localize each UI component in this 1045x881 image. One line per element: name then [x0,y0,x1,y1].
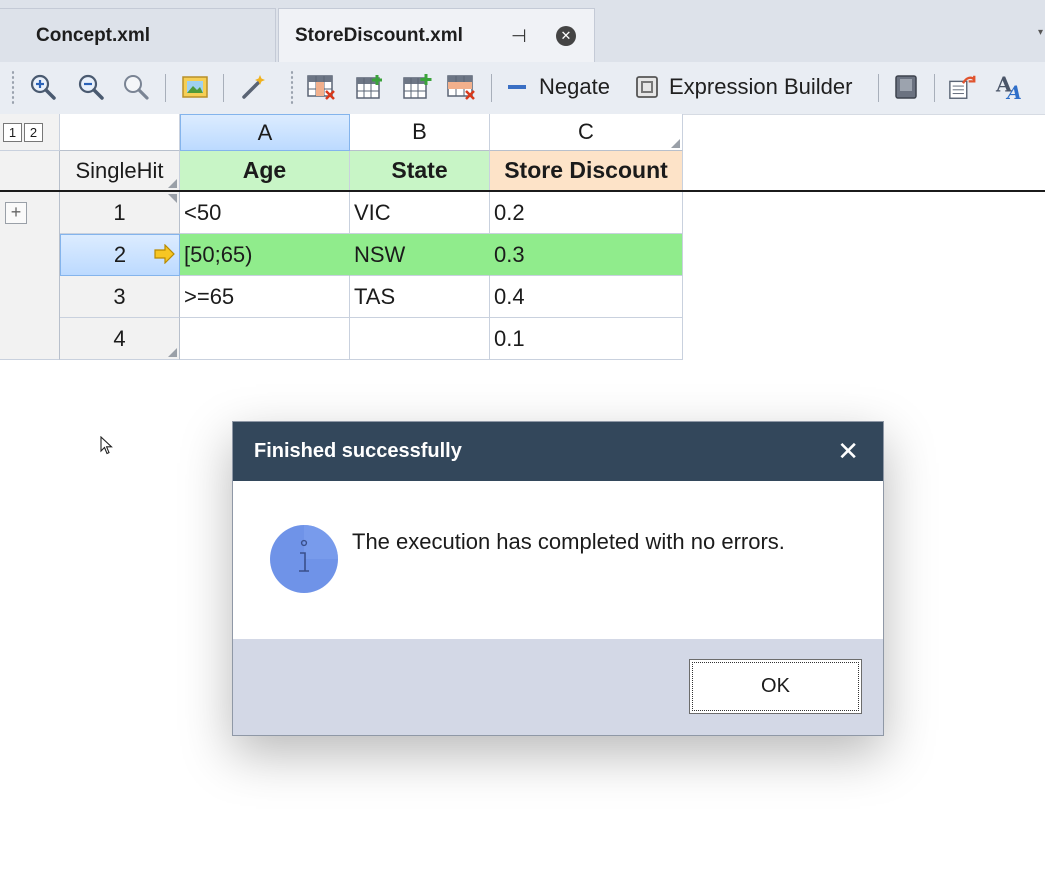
row-number-label: 4 [113,325,126,351]
image-icon[interactable] [180,72,210,102]
tab-label: Concept.xml [36,25,151,46]
row-number-4[interactable]: 4 [60,318,180,360]
expression-builder-button[interactable]: Expression Builder [669,72,852,102]
toolbar-separator [165,74,166,102]
cell-discount-1[interactable]: 0.2 [490,192,683,234]
toolbar-separator [878,74,879,102]
column-header-b[interactable]: B [350,114,490,151]
column-header-blank [60,114,180,151]
finished-dialog: Finished successfully ✕ The execution ha… [232,421,884,736]
cell-state-2[interactable]: NSW [350,234,490,276]
column-header-a[interactable]: A [180,114,350,151]
tab-storediscount-xml[interactable]: StoreDiscount.xml ⊣ ✕ [278,8,595,62]
zoom-out-icon[interactable] [76,72,106,102]
resize-grip-icon[interactable] [671,139,680,148]
row-number-2[interactable]: 2 [60,234,180,276]
negate-button[interactable]: Negate [539,72,610,102]
cell-state-1[interactable]: VIC [350,192,490,234]
expression-builder-icon[interactable] [632,72,662,102]
tab-list-dropdown-icon[interactable]: ▾ [1038,27,1043,38]
conclusion-header-store-discount[interactable]: Store Discount [490,151,683,191]
font-icon[interactable]: AA [995,72,1025,102]
toolbar-grip[interactable] [11,70,15,106]
hit-policy-label: SingleHit [75,157,164,183]
condition-header-state[interactable]: State [350,151,490,191]
tab-label: StoreDiscount.xml [295,25,463,46]
ok-button[interactable]: OK [689,659,862,714]
dialog-title: Finished successfully [254,440,462,462]
resize-grip-icon[interactable] [168,179,177,188]
outline-level-2-button[interactable]: 2 [24,122,43,142]
tab-concept-xml[interactable]: Concept.xml [0,8,276,62]
hit-policy-cell[interactable]: SingleHit [60,151,180,191]
toolbar-separator [491,74,492,102]
cell-age-4[interactable] [180,318,350,360]
cell-discount-2[interactable]: 0.3 [490,234,683,276]
row-number-label: 2 [113,242,127,267]
document-tab-strip: Concept.xml StoreDiscount.xml ⊣ ✕ ▾ [0,0,1045,62]
cell-state-4[interactable] [350,318,490,360]
dialog-message: The execution has completed with no erro… [352,529,785,554]
add-column-icon[interactable] [402,72,432,102]
cell-state-3[interactable]: TAS [350,276,490,318]
toolbar-separator [223,74,224,102]
current-row-arrow-icon [153,243,175,270]
toolbar: Negate Expression Builder AA [0,62,1045,115]
row-number-1[interactable]: 1 [60,192,180,234]
dialog-body: The execution has completed with no erro… [233,481,883,639]
row-gutter [0,151,60,191]
zoom-in-icon[interactable] [28,72,58,102]
row-number-label: 1 [113,199,126,225]
delete-column-icon[interactable] [306,72,336,102]
corner-marker-icon [168,194,177,203]
book-icon[interactable] [891,72,921,102]
close-icon[interactable]: ✕ [837,436,859,466]
zoom-reset-icon[interactable] [121,72,151,102]
dialog-title-bar[interactable]: Finished successfully ✕ [233,422,883,481]
info-icon [269,524,339,594]
close-tab-icon[interactable]: ✕ [556,26,576,46]
delete-row-icon[interactable] [446,72,476,102]
cell-discount-3[interactable]: 0.4 [490,276,683,318]
svg-text:A: A [1005,82,1022,102]
toolbar-separator [934,74,935,102]
insert-column-icon[interactable] [355,72,385,102]
cell-age-2[interactable]: [50;65) [180,234,350,276]
cell-age-3[interactable]: >=65 [180,276,350,318]
column-letter: C [578,119,594,144]
outline-level-selector: 1 2 [0,114,60,151]
outline-gutter: + [0,192,60,360]
cell-discount-4[interactable]: 0.1 [490,318,683,360]
mouse-pointer-icon [100,435,114,461]
dialog-footer: OK [233,639,883,735]
condition-header-age[interactable]: Age [180,151,350,191]
negate-icon[interactable] [502,72,532,102]
toolbar-grip[interactable] [290,70,294,106]
pin-icon[interactable]: ⊣ [511,9,527,63]
cell-age-1[interactable]: <50 [180,192,350,234]
resize-grip-icon[interactable] [168,348,177,357]
row-number-3[interactable]: 3 [60,276,180,318]
outline-level-1-button[interactable]: 1 [3,122,22,142]
expand-plus-icon[interactable]: + [5,202,27,224]
magic-wand-icon[interactable] [238,72,268,102]
column-header-c[interactable]: C [490,114,683,151]
export-icon[interactable] [948,72,978,102]
